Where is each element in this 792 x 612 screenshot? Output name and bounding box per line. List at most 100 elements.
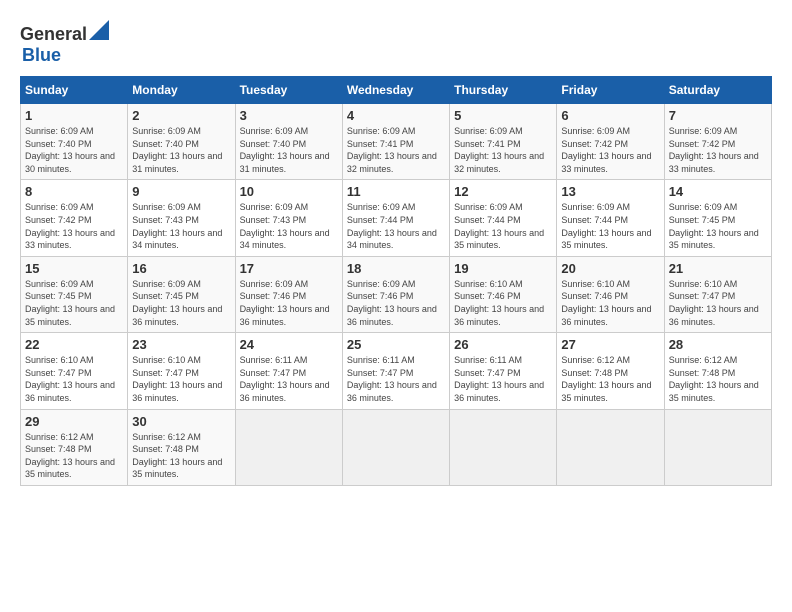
day-number: 15 (25, 261, 123, 276)
day-info: Sunrise: 6:09 AMSunset: 7:42 PMDaylight:… (669, 125, 767, 175)
day-number: 28 (669, 337, 767, 352)
day-number: 2 (132, 108, 230, 123)
calendar-cell: 9 Sunrise: 6:09 AMSunset: 7:43 PMDaylight… (128, 180, 235, 256)
day-info: Sunrise: 6:09 AMSunset: 7:40 PMDaylight:… (25, 125, 123, 175)
calendar-week-row: 1 Sunrise: 6:09 AMSunset: 7:40 PMDaylight… (21, 104, 772, 180)
calendar-cell: 14 Sunrise: 6:09 AMSunset: 7:45 PMDayligh… (664, 180, 771, 256)
day-info: Sunrise: 6:11 AMSunset: 7:47 PMDaylight:… (240, 354, 338, 404)
calendar-week-row: 15 Sunrise: 6:09 AMSunset: 7:45 PMDayligh… (21, 256, 772, 332)
day-number: 5 (454, 108, 552, 123)
day-number: 7 (669, 108, 767, 123)
day-info: Sunrise: 6:12 AMSunset: 7:48 PMDaylight:… (561, 354, 659, 404)
day-info: Sunrise: 6:12 AMSunset: 7:48 PMDaylight:… (132, 431, 230, 481)
day-header-tuesday: Tuesday (235, 77, 342, 104)
day-number: 13 (561, 184, 659, 199)
calendar-cell: 5 Sunrise: 6:09 AMSunset: 7:41 PMDaylight… (450, 104, 557, 180)
calendar-cell (557, 409, 664, 485)
calendar-cell: 15Sunrise: 6:09 AMSunset: 7:45 PMDayligh… (21, 256, 128, 332)
day-info: Sunrise: 6:09 AMSunset: 7:42 PMDaylight:… (561, 125, 659, 175)
calendar-cell: 3Sunrise: 6:09 AMSunset: 7:40 PMDaylight… (235, 104, 342, 180)
calendar-week-row: 22 Sunrise: 6:10 AMSunset: 7:47 PMDayligh… (21, 333, 772, 409)
day-number: 24 (240, 337, 338, 352)
calendar-cell: 20 Sunrise: 6:10 AMSunset: 7:46 PMDayligh… (557, 256, 664, 332)
logo-area: General Blue (20, 20, 109, 66)
calendar-header-row: SundayMondayTuesdayWednesdayThursdayFrid… (21, 77, 772, 104)
day-number: 19 (454, 261, 552, 276)
calendar-cell (450, 409, 557, 485)
day-info: Sunrise: 6:11 AMSunset: 7:47 PMDaylight:… (454, 354, 552, 404)
day-number: 10 (240, 184, 338, 199)
day-info: Sunrise: 6:09 AMSunset: 7:40 PMDaylight:… (132, 125, 230, 175)
day-number: 8 (25, 184, 123, 199)
calendar-cell: 30 Sunrise: 6:12 AMSunset: 7:48 PMDayligh… (128, 409, 235, 485)
day-number: 18 (347, 261, 445, 276)
day-info: Sunrise: 6:09 AMSunset: 7:45 PMDaylight:… (132, 278, 230, 328)
day-number: 1 (25, 108, 123, 123)
day-info: Sunrise: 6:09 AMSunset: 7:42 PMDaylight:… (25, 201, 123, 251)
day-header-sunday: Sunday (21, 77, 128, 104)
calendar-cell: 8 Sunrise: 6:09 AMSunset: 7:42 PMDaylight… (21, 180, 128, 256)
day-info: Sunrise: 6:10 AMSunset: 7:47 PMDaylight:… (132, 354, 230, 404)
day-number: 9 (132, 184, 230, 199)
calendar-cell: 17 Sunrise: 6:09 AMSunset: 7:46 PMDayligh… (235, 256, 342, 332)
day-info: Sunrise: 6:09 AMSunset: 7:44 PMDaylight:… (454, 201, 552, 251)
calendar-cell: 12 Sunrise: 6:09 AMSunset: 7:44 PMDayligh… (450, 180, 557, 256)
calendar-cell: 1 Sunrise: 6:09 AMSunset: 7:40 PMDaylight… (21, 104, 128, 180)
day-number: 29 (25, 414, 123, 429)
logo-text-blue: Blue (22, 45, 61, 65)
calendar-body: 1 Sunrise: 6:09 AMSunset: 7:40 PMDaylight… (21, 104, 772, 486)
day-number: 20 (561, 261, 659, 276)
calendar-cell: 26 Sunrise: 6:11 AMSunset: 7:47 PMDayligh… (450, 333, 557, 409)
calendar-cell: 21Sunrise: 6:10 AMSunset: 7:47 PMDayligh… (664, 256, 771, 332)
calendar-cell (664, 409, 771, 485)
calendar-cell: 2 Sunrise: 6:09 AMSunset: 7:40 PMDaylight… (128, 104, 235, 180)
logo: General Blue (20, 20, 109, 66)
calendar-cell: 18 Sunrise: 6:09 AMSunset: 7:46 PMDayligh… (342, 256, 449, 332)
logo-icon (89, 20, 109, 40)
day-info: Sunrise: 6:09 AMSunset: 7:46 PMDaylight:… (347, 278, 445, 328)
day-header-wednesday: Wednesday (342, 77, 449, 104)
day-number: 26 (454, 337, 552, 352)
day-header-monday: Monday (128, 77, 235, 104)
calendar-table: SundayMondayTuesdayWednesdayThursdayFrid… (20, 76, 772, 486)
day-info: Sunrise: 6:09 AMSunset: 7:41 PMDaylight:… (454, 125, 552, 175)
day-header-thursday: Thursday (450, 77, 557, 104)
calendar-cell: 22 Sunrise: 6:10 AMSunset: 7:47 PMDayligh… (21, 333, 128, 409)
calendar-cell: 24 Sunrise: 6:11 AMSunset: 7:47 PMDayligh… (235, 333, 342, 409)
calendar-cell: 10 Sunrise: 6:09 AMSunset: 7:43 PMDayligh… (235, 180, 342, 256)
day-info: Sunrise: 6:11 AMSunset: 7:47 PMDaylight:… (347, 354, 445, 404)
calendar-cell: 16 Sunrise: 6:09 AMSunset: 7:45 PMDayligh… (128, 256, 235, 332)
day-info: Sunrise: 6:09 AMSunset: 7:43 PMDaylight:… (132, 201, 230, 251)
day-number: 27 (561, 337, 659, 352)
calendar-cell: 19Sunrise: 6:10 AMSunset: 7:46 PMDayligh… (450, 256, 557, 332)
calendar-week-row: 8 Sunrise: 6:09 AMSunset: 7:42 PMDaylight… (21, 180, 772, 256)
day-number: 30 (132, 414, 230, 429)
day-info: Sunrise: 6:09 AMSunset: 7:43 PMDaylight:… (240, 201, 338, 251)
day-info: Sunrise: 6:09 AMSunset: 7:41 PMDaylight:… (347, 125, 445, 175)
day-number: 3 (240, 108, 338, 123)
day-info: Sunrise: 6:09 AMSunset: 7:45 PMDaylight:… (669, 201, 767, 251)
day-info: Sunrise: 6:10 AMSunset: 7:46 PMDaylight:… (561, 278, 659, 328)
calendar-cell: 11Sunrise: 6:09 AMSunset: 7:44 PMDayligh… (342, 180, 449, 256)
day-number: 16 (132, 261, 230, 276)
calendar-cell (235, 409, 342, 485)
day-info: Sunrise: 6:09 AMSunset: 7:46 PMDaylight:… (240, 278, 338, 328)
day-number: 6 (561, 108, 659, 123)
logo-text-general: General (20, 24, 87, 44)
day-number: 22 (25, 337, 123, 352)
day-number: 12 (454, 184, 552, 199)
day-number: 25 (347, 337, 445, 352)
calendar-week-row: 29 Sunrise: 6:12 AMSunset: 7:48 PMDayligh… (21, 409, 772, 485)
calendar-cell: 27 Sunrise: 6:12 AMSunset: 7:48 PMDayligh… (557, 333, 664, 409)
day-header-friday: Friday (557, 77, 664, 104)
calendar-cell: 4 Sunrise: 6:09 AMSunset: 7:41 PMDaylight… (342, 104, 449, 180)
day-number: 17 (240, 261, 338, 276)
day-info: Sunrise: 6:10 AMSunset: 7:47 PMDaylight:… (25, 354, 123, 404)
day-info: Sunrise: 6:09 AMSunset: 7:44 PMDaylight:… (561, 201, 659, 251)
day-info: Sunrise: 6:09 AMSunset: 7:44 PMDaylight:… (347, 201, 445, 251)
day-number: 21 (669, 261, 767, 276)
day-number: 4 (347, 108, 445, 123)
day-number: 14 (669, 184, 767, 199)
calendar-cell: 23Sunrise: 6:10 AMSunset: 7:47 PMDayligh… (128, 333, 235, 409)
page-header: General Blue (20, 20, 772, 66)
